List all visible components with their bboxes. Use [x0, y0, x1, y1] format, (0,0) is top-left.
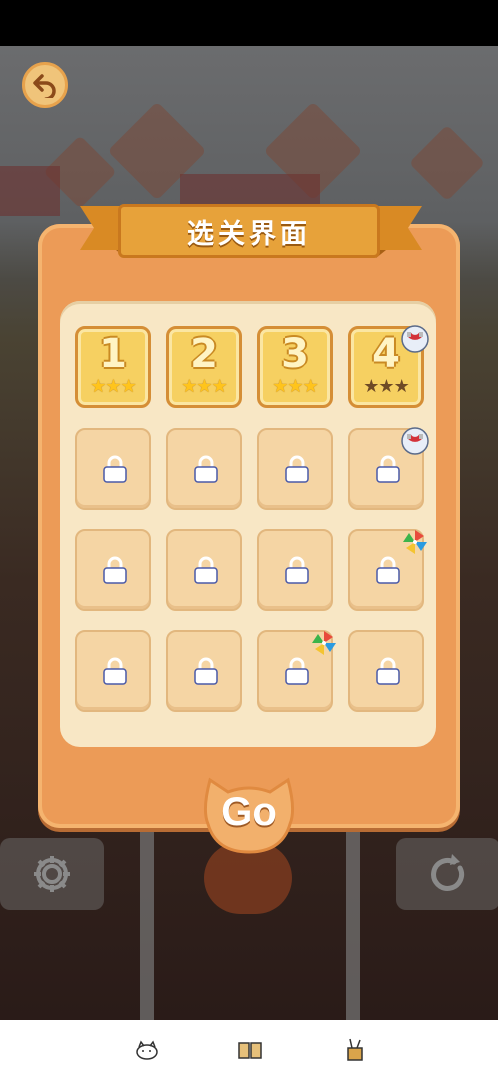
- level-tile[interactable]: 2 ★★★: [166, 326, 242, 408]
- restart-button[interactable]: [396, 838, 498, 910]
- gear-icon: [34, 856, 70, 892]
- star-icon: ★: [105, 376, 121, 397]
- lock-icon: [101, 555, 129, 589]
- star-icon: ★: [211, 376, 228, 397]
- pinwheel-icon: [309, 628, 339, 658]
- star-icon: ★: [196, 376, 212, 397]
- lock-icon: [192, 454, 220, 488]
- pet-icon[interactable]: [134, 1038, 160, 1062]
- go-label: Go: [221, 790, 277, 834]
- level-tile-locked[interactable]: [257, 428, 333, 510]
- back-arrow-icon: [33, 74, 56, 98]
- level-tile-locked[interactable]: [75, 630, 151, 712]
- level-tile-locked[interactable]: [257, 529, 333, 611]
- lock-icon: [101, 454, 129, 488]
- go-button[interactable]: Go: [202, 776, 296, 854]
- level-tile-locked[interactable]: [166, 428, 242, 510]
- restart-icon: [431, 854, 465, 891]
- level-tile[interactable]: 3 ★★★: [257, 326, 333, 408]
- star-icon: ★: [378, 376, 394, 397]
- brush-cup-icon[interactable]: [342, 1038, 368, 1062]
- level-tile-locked[interactable]: [75, 529, 151, 611]
- lock-icon: [374, 454, 402, 488]
- level-number: 3: [281, 331, 309, 377]
- star-icon: ★: [363, 376, 379, 397]
- level-tile[interactable]: 1 ★★★: [75, 326, 151, 408]
- pillar: [140, 828, 154, 1028]
- star-rating: ★★★: [169, 376, 239, 397]
- title-banner: 选关界面: [118, 204, 380, 258]
- star-icon: ★: [393, 376, 410, 397]
- settings-button[interactable]: [0, 838, 104, 910]
- magnet-icon: [400, 426, 430, 456]
- book-icon[interactable]: [237, 1038, 263, 1062]
- star-icon: ★: [120, 376, 137, 397]
- star-icon: ★: [90, 376, 106, 397]
- lock-icon: [192, 555, 220, 589]
- lock-icon: [283, 656, 311, 690]
- lock-icon: [374, 656, 402, 690]
- level-tile-locked[interactable]: [75, 428, 151, 510]
- lock-icon: [374, 555, 402, 589]
- level-tile-locked[interactable]: [166, 529, 242, 611]
- lock-icon: [283, 555, 311, 589]
- bottom-nav-bar: [0, 1020, 498, 1080]
- level-tile-locked[interactable]: [166, 630, 242, 712]
- star-icon: ★: [302, 376, 319, 397]
- status-bar: [0, 0, 498, 46]
- lock-icon: [283, 454, 311, 488]
- magnet-icon: [400, 324, 430, 354]
- pinwheel-icon: [400, 527, 430, 557]
- star-icon: ★: [287, 376, 303, 397]
- star-icon: ★: [272, 376, 288, 397]
- lock-icon: [101, 656, 129, 690]
- back-button[interactable]: [22, 62, 68, 108]
- lock-icon: [192, 656, 220, 690]
- background-tree: [408, 124, 486, 202]
- page-title: 选关界面: [187, 218, 311, 250]
- pillar: [346, 828, 360, 1028]
- background-house: [0, 166, 60, 216]
- star-icon: ★: [181, 376, 197, 397]
- level-tile-locked[interactable]: [348, 630, 424, 712]
- star-rating: ★★★: [260, 376, 330, 397]
- star-rating: ★★★: [78, 376, 148, 397]
- level-number: 2: [190, 331, 218, 377]
- star-rating: ★★★: [351, 376, 421, 397]
- level-number: 1: [99, 331, 127, 377]
